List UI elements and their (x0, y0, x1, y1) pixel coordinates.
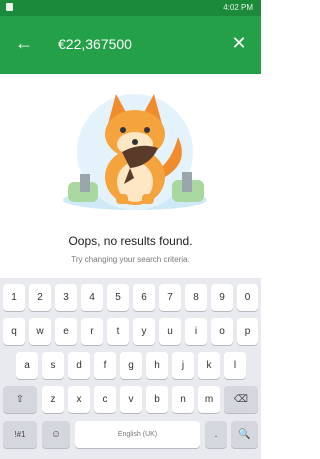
key-o[interactable]: o (211, 318, 233, 345)
key-6[interactable]: 6 (133, 284, 155, 311)
sim-card-icon (6, 3, 13, 11)
space-key[interactable]: English (UK) (75, 421, 200, 448)
status-time: 4:02 PM (223, 3, 253, 12)
search-app-bar: ← ✕ (0, 16, 261, 74)
period-key[interactable]: . (205, 421, 227, 448)
key-b[interactable]: b (146, 386, 168, 413)
key-m[interactable]: m (198, 386, 220, 413)
key-5[interactable]: 5 (107, 284, 129, 311)
key-f[interactable]: f (94, 352, 116, 379)
key-g[interactable]: g (120, 352, 142, 379)
key-k[interactable]: k (198, 352, 220, 379)
key-l[interactable]: l (224, 352, 246, 379)
clear-search-button[interactable]: ✕ (227, 31, 251, 55)
key-q[interactable]: q (3, 318, 25, 345)
key-x[interactable]: x (68, 386, 90, 413)
key-t[interactable]: t (107, 318, 129, 345)
search-key[interactable]: 🔍 (231, 421, 258, 448)
shift-icon: ⇧ (15, 394, 25, 405)
key-e[interactable]: e (55, 318, 77, 345)
key-8[interactable]: 8 (185, 284, 207, 311)
key-p[interactable]: p (237, 318, 258, 345)
key-v[interactable]: v (120, 386, 142, 413)
backspace-key[interactable]: ⌫ (224, 386, 258, 413)
key-r[interactable]: r (81, 318, 103, 345)
shift-key[interactable]: ⇧ (3, 386, 37, 413)
key-c[interactable]: c (94, 386, 116, 413)
key-2[interactable]: 2 (29, 284, 51, 311)
no-results-hint: Try changing your search criteria. (71, 255, 190, 264)
key-z[interactable]: z (42, 386, 64, 413)
key-1[interactable]: 1 (3, 284, 25, 311)
key-7[interactable]: 7 (159, 284, 181, 311)
key-i[interactable]: i (185, 318, 207, 345)
key-3[interactable]: 3 (55, 284, 77, 311)
search-input[interactable] (58, 32, 208, 56)
key-h[interactable]: h (146, 352, 168, 379)
backspace-icon: ⌫ (233, 394, 249, 405)
symbols-key[interactable]: !#1 (3, 421, 37, 448)
key-y[interactable]: y (133, 318, 155, 345)
fox-illustration (63, 94, 207, 210)
empty-state: Oops, no results found. Try changing you… (0, 74, 261, 278)
key-4[interactable]: 4 (81, 284, 103, 311)
emoji-key[interactable]: ☺ (42, 421, 70, 448)
key-n[interactable]: n (172, 386, 194, 413)
key-j[interactable]: j (172, 352, 194, 379)
key-d[interactable]: d (68, 352, 90, 379)
status-bar: 4:02 PM (0, 0, 261, 16)
emoji-icon: ☺ (50, 429, 62, 440)
key-s[interactable]: s (42, 352, 64, 379)
no-results-title: Oops, no results found. (68, 234, 193, 248)
key-u[interactable]: u (159, 318, 181, 345)
key-9[interactable]: 9 (211, 284, 233, 311)
key-0[interactable]: 0 (237, 284, 258, 311)
back-button[interactable]: ← (12, 31, 36, 55)
search-icon: 🔍 (238, 429, 251, 440)
key-w[interactable]: w (29, 318, 51, 345)
key-a[interactable]: a (16, 352, 38, 379)
arrow-back-icon: ← (15, 33, 33, 53)
close-icon: ✕ (231, 33, 247, 53)
on-screen-keyboard: 1 2 3 4 5 6 7 8 9 0 q w e r t y u i o p … (0, 278, 261, 459)
